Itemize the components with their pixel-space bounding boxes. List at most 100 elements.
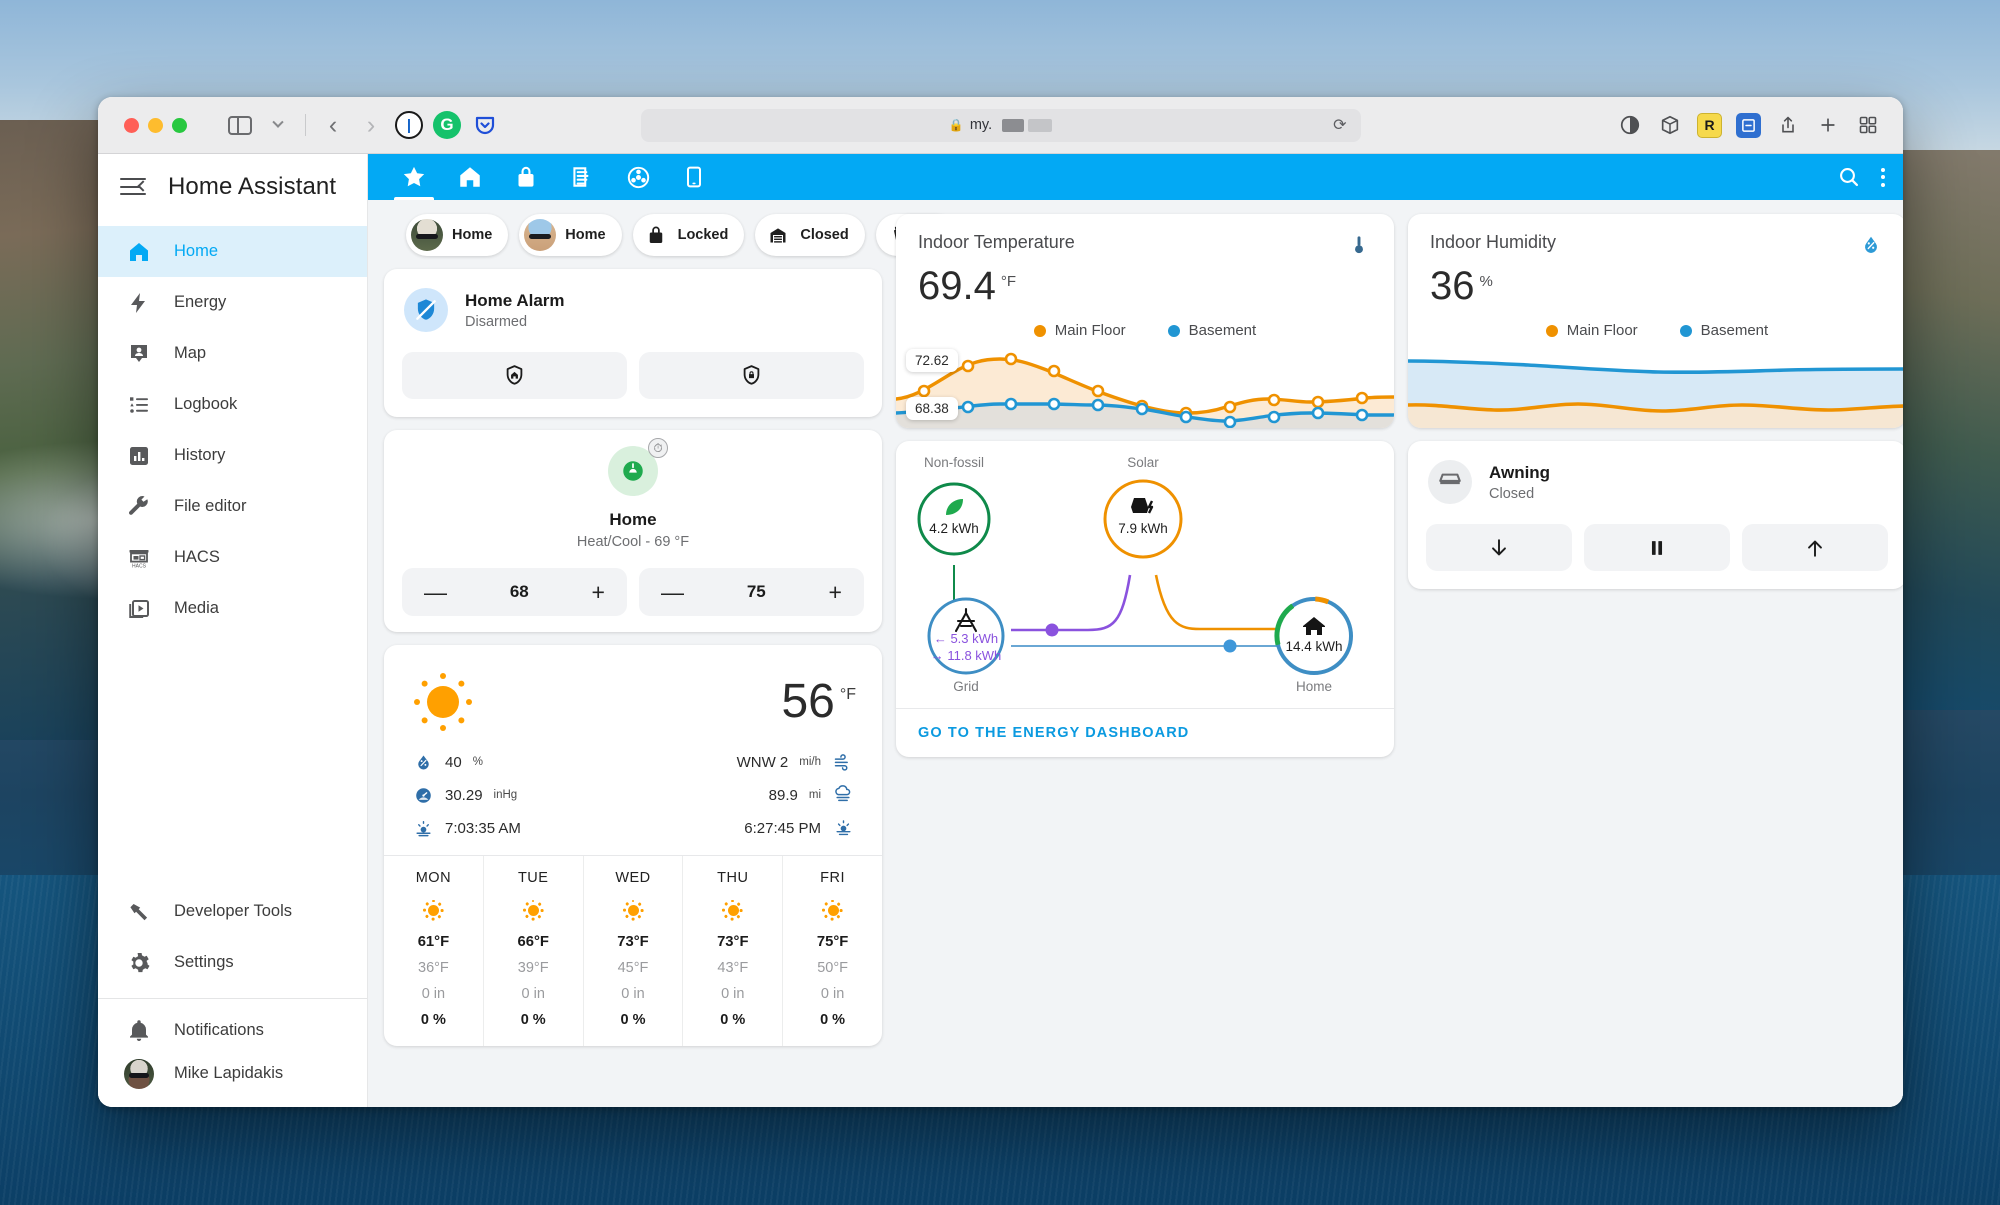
awning-header[interactable]: Awning Closed	[1408, 441, 1903, 510]
badge-person-2[interactable]: Home	[519, 214, 622, 256]
svg-text:HACS: HACS	[132, 563, 147, 569]
heat-setpoint-stepper: — 68 +	[402, 568, 627, 616]
package-extension-icon[interactable]	[1657, 112, 1683, 138]
sidebar-item-history[interactable]: History	[98, 430, 367, 481]
close-window-button[interactable]	[124, 117, 139, 133]
forward-arrow-icon[interactable]: ›	[354, 110, 388, 140]
energy-dashboard-link[interactable]: GO TO THE ENERGY DASHBOARD	[918, 725, 1189, 741]
legend-main-floor[interactable]: Main Floor	[1545, 322, 1638, 339]
badge-person-1[interactable]: Home	[406, 214, 509, 256]
new-tab-icon[interactable]	[1815, 112, 1841, 138]
tab-favorites[interactable]	[386, 154, 442, 200]
weather-wind-unit: mi/h	[799, 756, 821, 768]
sidebar-item-logbook[interactable]: Logbook	[98, 379, 367, 430]
sidebar-item-user[interactable]: Mike Lapidakis	[98, 1056, 367, 1107]
legend-main-floor[interactable]: Main Floor	[1033, 322, 1126, 339]
tab-devices[interactable]	[666, 154, 722, 200]
search-icon[interactable]	[1837, 165, 1861, 189]
non-fossil-value: 4.2 kWh	[929, 521, 979, 536]
cool-decrease-button[interactable]: —	[661, 580, 684, 604]
weather-visibility-value: 89.9	[768, 786, 798, 804]
grammarly-extension-icon[interactable]: G	[430, 110, 464, 140]
sidebar-item-settings[interactable]: Settings	[98, 937, 367, 988]
sunny-icon	[622, 899, 644, 921]
thermostat-mode: Heat/Cool - 69 °F	[576, 534, 690, 550]
sidebar-item-home[interactable]: Home	[98, 226, 367, 277]
weather-humidity-unit: %	[472, 756, 483, 768]
weather-wind-row: WNW 2 mi/h	[737, 751, 854, 773]
gauge-icon	[412, 784, 434, 806]
tab-logbook[interactable]	[554, 154, 610, 200]
heat-setpoint-value: 68	[509, 582, 529, 601]
flow-dot-grid-to-home	[1223, 639, 1237, 653]
tab-climate[interactable]	[610, 154, 666, 200]
sidebar-toggle-icon[interactable]	[223, 110, 257, 140]
sidebar-item-energy[interactable]: Energy	[98, 277, 367, 328]
sidebar-divider	[98, 998, 367, 999]
browser-toolbar: ‹ › | G 🔒 my. ⟳ R	[98, 97, 1903, 154]
forecast-day: THU 73°F 43°F 0 in 0 %	[683, 856, 784, 1046]
reload-icon[interactable]: ⟳	[1333, 115, 1346, 135]
weather-sunset-value: 6:27:45 PM	[744, 819, 821, 837]
tab-security[interactable]	[498, 154, 554, 200]
badge-garage[interactable]: Closed	[755, 214, 865, 256]
sidebar-item-media[interactable]: Media	[98, 583, 367, 634]
window-controls[interactable]	[124, 117, 187, 133]
arm-home-button[interactable]	[402, 352, 627, 399]
dashboard-tabs	[386, 154, 722, 200]
energy-flow-diagram[interactable]: Non-fossil 4.2 kWh Solar 7.9 kWh ← 5.3 k…	[896, 447, 1394, 708]
sidebar-item-developer-tools[interactable]: Developer Tools	[98, 886, 367, 937]
visibility-icon	[832, 784, 854, 806]
sidebar-item-notifications[interactable]: Notifications	[98, 1005, 367, 1056]
stop-cover-button[interactable]	[1584, 524, 1730, 571]
legend-basement[interactable]: Basement	[1167, 322, 1256, 339]
humidity-icon	[412, 751, 434, 773]
sidebar-item-hacs[interactable]: HACS HACS	[98, 532, 367, 583]
address-bar[interactable]: 🔒 my. ⟳	[640, 108, 1361, 142]
tab-home[interactable]	[442, 154, 498, 200]
overflow-menu-icon[interactable]	[1881, 167, 1885, 187]
share-icon[interactable]	[1775, 112, 1801, 138]
forecast-high: 66°F	[517, 934, 549, 950]
legend-basement[interactable]: Basement	[1679, 322, 1768, 339]
chevron-down-icon[interactable]	[261, 110, 295, 140]
badge-lock[interactable]: Locked	[632, 214, 745, 256]
back-arrow-icon[interactable]: ‹	[316, 110, 350, 140]
open-cover-button[interactable]	[1742, 524, 1888, 571]
r-extension-icon[interactable]: R	[1697, 112, 1722, 138]
minimize-window-button[interactable]	[148, 117, 163, 133]
badge-label: Home	[452, 227, 493, 243]
weather-card: 56 °F 40 % 30.29 inHg 7:03:35 AM WNW 2 m…	[384, 645, 882, 1046]
sidebar-item-label: Energy	[174, 293, 227, 311]
arm-away-button[interactable]	[639, 352, 864, 399]
alarm-name: Home Alarm	[465, 290, 565, 310]
sidebar-item-map[interactable]: Map	[98, 328, 367, 379]
maximize-window-button[interactable]	[172, 117, 187, 133]
lock-icon	[643, 222, 669, 248]
1password-extension-icon[interactable]: |	[392, 110, 426, 140]
thermostat-card: ⏱ Home Heat/Cool - 69 °F — 68 + — 75 +	[384, 430, 882, 632]
blue-extension-icon[interactable]	[1736, 112, 1761, 138]
cool-increase-button[interactable]: +	[829, 580, 842, 604]
pocket-extension-icon[interactable]	[468, 110, 502, 140]
cool-setpoint-value: 75	[746, 582, 766, 601]
sidebar-item-label: Map	[174, 344, 207, 362]
heat-increase-button[interactable]: +	[592, 580, 605, 604]
sidebar-item-file-editor[interactable]: File editor	[98, 481, 367, 532]
heat-decrease-button[interactable]: —	[424, 580, 447, 604]
cool-setpoint-stepper: — 75 +	[639, 568, 864, 616]
weather-wind-value: WNW 2	[736, 753, 789, 771]
home-assistant-app: Home Assistant Home Energy Map Logbook H…	[98, 154, 1903, 1107]
sidebar-collapse-button[interactable]	[120, 178, 149, 196]
forecast-day-label: MON	[415, 870, 452, 886]
close-cover-button[interactable]	[1426, 524, 1572, 571]
tab-overview-icon[interactable]	[1855, 112, 1881, 138]
indoor-humidity-chart[interactable]	[1408, 345, 1903, 428]
thermostat-auto-icon[interactable]: ⏱	[608, 438, 668, 496]
forecast-precip: 0 in	[721, 986, 745, 1002]
reader-view-icon[interactable]	[1617, 112, 1643, 138]
indoor-temperature-chart[interactable]: 72.62 68.38	[896, 345, 1394, 428]
sidebar-header: Home Assistant	[98, 154, 367, 220]
alarm-header[interactable]: Home Alarm Disarmed	[384, 269, 882, 338]
temperature-series-svg	[896, 352, 1394, 428]
